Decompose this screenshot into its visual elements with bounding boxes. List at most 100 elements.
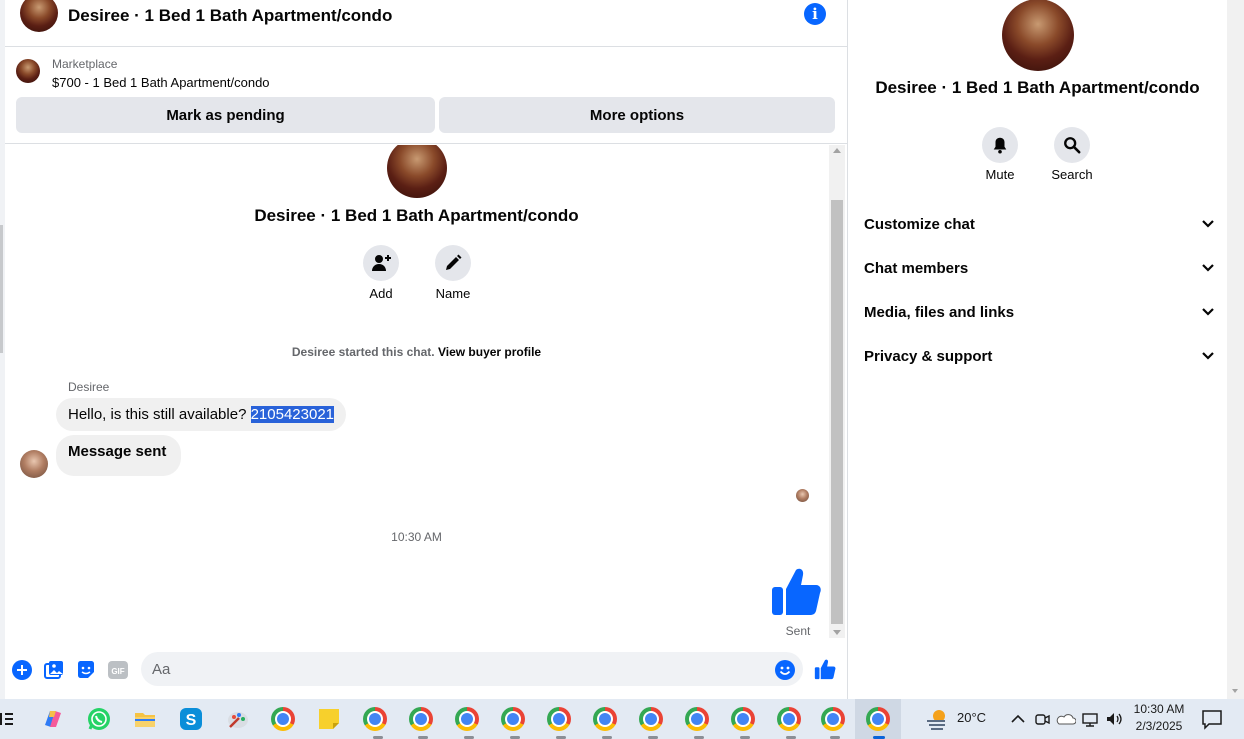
- add-people-button[interactable]: [363, 245, 399, 281]
- scroll-up-arrow[interactable]: [833, 148, 841, 153]
- chat-info-panel: Desiree · 1 Bed 1 Bath Apartment/condo M…: [848, 0, 1227, 699]
- info-title: Desiree · 1 Bed 1 Bath Apartment/condo: [875, 78, 1200, 97]
- info-avatar: [1002, 0, 1074, 71]
- sent-status: Sent: [785, 624, 811, 638]
- conversation-title: Desiree · 1 Bed 1 Bath Apartment/condo: [254, 206, 579, 225]
- scroll-down-arrow[interactable]: [1232, 689, 1238, 693]
- thumbs-up-icon[interactable]: [770, 565, 822, 617]
- scroll-down-arrow[interactable]: [833, 630, 841, 635]
- chrome-window-icon[interactable]: [455, 707, 479, 731]
- message-timestamp: 10:30 AM: [391, 530, 442, 544]
- message-scrollbar[interactable]: [829, 145, 845, 638]
- message-thread: Desiree · 1 Bed 1 Bath Apartment/condo A…: [5, 145, 828, 638]
- plus-icon[interactable]: [12, 660, 32, 680]
- task-view-icon[interactable]: [0, 707, 18, 731]
- marketplace-banner: Marketplace $700 - 1 Bed 1 Bath Apartmen…: [5, 48, 847, 144]
- name-chat-button[interactable]: [435, 245, 471, 281]
- search-icon: [1064, 137, 1081, 154]
- view-buyer-profile-link[interactable]: View buyer profile: [438, 345, 541, 359]
- chat-header: Desiree · 1 Bed 1 Bath Apartment/condo i: [5, 0, 847, 47]
- marketplace-label: Marketplace: [52, 57, 118, 71]
- section-label: Chat members: [864, 259, 969, 277]
- skype-icon[interactable]: S: [179, 707, 203, 731]
- like-icon[interactable]: [814, 658, 836, 680]
- add-person-icon: [372, 255, 391, 271]
- privacy-support-section[interactable]: Privacy & support: [864, 338, 1214, 374]
- listing-thumbnail[interactable]: [16, 59, 40, 83]
- weather-icon[interactable]: [925, 707, 949, 731]
- gif-icon[interactable]: GIF: [108, 660, 128, 680]
- read-receipt-avatar: [796, 489, 809, 502]
- info-panel-scrollbar[interactable]: [1227, 0, 1244, 699]
- chrome-window-icon[interactable]: [547, 707, 571, 731]
- message-bubble[interactable]: Hello, is this still available? 21054230…: [56, 398, 347, 431]
- paint-icon[interactable]: [226, 707, 250, 731]
- search-button[interactable]: [1054, 127, 1090, 163]
- chrome-window-icon[interactable]: [639, 707, 663, 731]
- bell-icon: [993, 137, 1007, 154]
- meet-now-icon[interactable]: [1033, 707, 1051, 731]
- chrome-window-icon[interactable]: [685, 707, 709, 731]
- composer-bar: GIF: [0, 650, 847, 690]
- mute-button[interactable]: [982, 127, 1018, 163]
- chrome-window-icon[interactable]: [821, 707, 845, 731]
- chat-members-section[interactable]: Chat members: [864, 250, 1214, 286]
- chat-started-notice: Desiree started this chat. View buyer pr…: [5, 345, 828, 359]
- copilot-icon[interactable]: [41, 707, 65, 731]
- chrome-window-icon[interactable]: [777, 707, 801, 731]
- temperature-text[interactable]: 20°C: [957, 710, 986, 725]
- name-label: Name: [435, 286, 471, 301]
- chevron-up-icon[interactable]: [1009, 707, 1027, 731]
- onedrive-icon[interactable]: [1056, 707, 1076, 731]
- sticker-icon[interactable]: [76, 660, 96, 680]
- chevron-down-icon: [1202, 352, 1214, 360]
- chevron-down-icon: [1202, 308, 1214, 316]
- chat-title[interactable]: Desiree · 1 Bed 1 Bath Apartment/condo: [68, 6, 392, 26]
- media-files-links-section[interactable]: Media, files and links: [864, 294, 1214, 330]
- chat-panel: Desiree · 1 Bed 1 Bath Apartment/condo i…: [0, 0, 848, 699]
- listing-title[interactable]: $700 - 1 Bed 1 Bath Apartment/condo: [52, 75, 270, 90]
- section-label: Media, files and links: [864, 303, 1015, 321]
- search-label: Search: [1051, 167, 1093, 182]
- chrome-window-icon[interactable]: [731, 707, 755, 731]
- add-label: Add: [369, 286, 393, 301]
- chrome-icon[interactable]: [271, 707, 295, 731]
- notifications-icon[interactable]: [1200, 707, 1224, 731]
- section-label: Privacy & support: [864, 347, 993, 365]
- chevron-down-icon: [1202, 264, 1214, 272]
- chrome-profile-icon[interactable]: [363, 707, 387, 731]
- selected-phone-number[interactable]: 2105423021: [250, 406, 335, 423]
- message-scroll-thumb[interactable]: [831, 200, 843, 624]
- chrome-active-window-icon[interactable]: [866, 707, 890, 731]
- sender-avatar[interactable]: [20, 450, 48, 478]
- more-options-button[interactable]: More options: [439, 97, 835, 133]
- chrome-window-icon[interactable]: [409, 707, 433, 731]
- info-icon[interactable]: i: [804, 3, 826, 25]
- file-explorer-icon[interactable]: [133, 707, 157, 731]
- mute-label: Mute: [985, 167, 1015, 182]
- whatsapp-icon[interactable]: [87, 707, 111, 731]
- left-edge-scroll-thumb[interactable]: [0, 225, 3, 353]
- customize-chat-section[interactable]: Customize chat: [864, 206, 1214, 242]
- network-icon[interactable]: [1081, 707, 1101, 731]
- chrome-window-icon[interactable]: [593, 707, 617, 731]
- pencil-icon: [446, 254, 462, 270]
- message-bubble[interactable]: Message sent: [56, 435, 182, 476]
- conversation-avatar: [387, 145, 447, 198]
- sticky-notes-icon[interactable]: [317, 707, 341, 731]
- sender-name: Desiree: [68, 380, 110, 394]
- clock-time: 10:30 AM: [1133, 702, 1185, 716]
- section-label: Customize chat: [864, 215, 975, 233]
- message-input[interactable]: [141, 652, 803, 686]
- svg-text:GIF: GIF: [111, 667, 124, 676]
- svg-text:S: S: [186, 712, 197, 729]
- emoji-icon[interactable]: [775, 660, 795, 680]
- gallery-icon[interactable]: [44, 660, 64, 680]
- windows-taskbar: S 20°C 10:30 AM 2/3/2025: [0, 699, 1244, 739]
- message-text: Hello, is this still available?: [68, 406, 251, 423]
- chrome-window-icon[interactable]: [501, 707, 525, 731]
- system-clock[interactable]: 10:30 AM 2/3/2025: [1120, 701, 1198, 735]
- listing-avatar[interactable]: [20, 0, 58, 32]
- mark-as-pending-button[interactable]: Mark as pending: [16, 97, 435, 133]
- chat-started-text: Desiree started this chat.: [291, 345, 435, 359]
